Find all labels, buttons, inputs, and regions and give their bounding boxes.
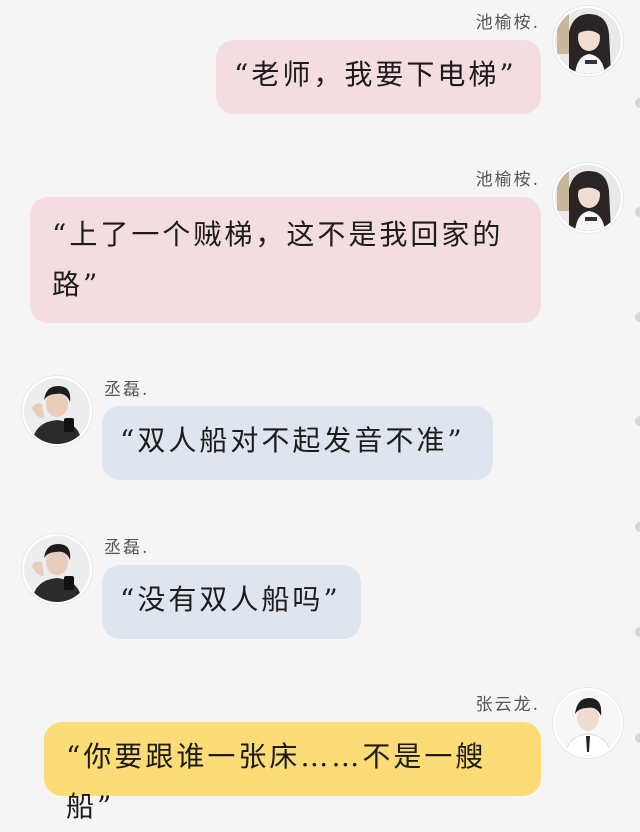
message-text: “老师，我要下电梯”: [234, 58, 517, 91]
scroll-indicator-dot: [635, 627, 640, 637]
scroll-indicator-dot: [635, 733, 640, 743]
sender-name: 丞磊.: [104, 380, 150, 400]
scroll-indicator-dot: [635, 98, 640, 108]
message-bubble[interactable]: “没有双人船吗”: [102, 565, 361, 639]
male-avatar-white-icon: [555, 690, 621, 756]
message-text: “你要跟谁一张床……不是一艘船”: [66, 740, 487, 823]
male-avatar-dark-icon: [24, 536, 90, 602]
scroll-indicator-dot: [635, 416, 640, 426]
avatar[interactable]: [22, 534, 92, 604]
message-bubble[interactable]: “老师，我要下电梯”: [216, 40, 541, 114]
message-text: “没有双人船吗”: [120, 583, 341, 616]
message-bubble[interactable]: “你要跟谁一张床……不是一艘船”: [44, 722, 541, 823]
sender-name: 池榆桉.: [475, 170, 540, 190]
avatar[interactable]: [553, 6, 623, 76]
message-bubble[interactable]: “双人船对不起发音不准”: [102, 406, 493, 480]
message-text: “双人船对不起发音不准”: [120, 424, 465, 457]
female-avatar-icon: [555, 8, 621, 74]
message-bubble[interactable]: “上了一个贼梯，这不是我回家的路”: [30, 197, 541, 323]
scroll-indicator-dot: [635, 522, 640, 532]
message-text: “上了一个贼梯，这不是我回家的路”: [52, 218, 504, 301]
avatar[interactable]: [553, 688, 623, 758]
scroll-indicator-dot: [635, 312, 640, 322]
female-avatar-icon: [555, 165, 621, 231]
scroll-indicator-dot: [635, 207, 640, 217]
sender-name: 池榆桉.: [475, 13, 540, 33]
avatar[interactable]: [22, 376, 92, 446]
avatar[interactable]: [553, 163, 623, 233]
sender-name: 丞磊.: [104, 538, 150, 558]
male-avatar-dark-icon: [24, 378, 90, 444]
sender-name: 张云龙.: [475, 695, 540, 715]
